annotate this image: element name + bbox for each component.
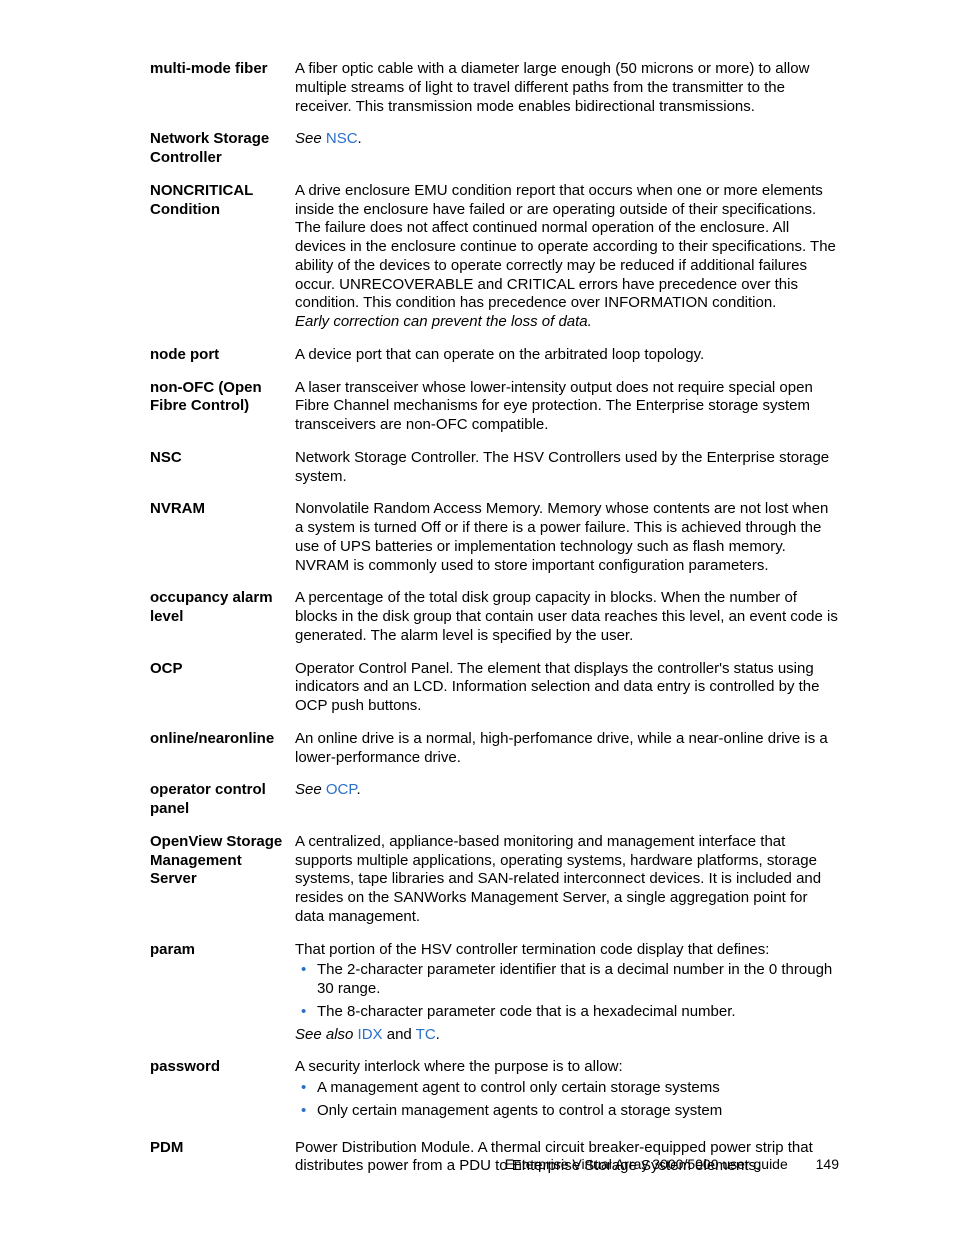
- definition-text: A drive enclosure EMU condition report t…: [295, 182, 839, 313]
- bullet-item: The 8-character parameter code that is a…: [295, 1003, 839, 1022]
- definition-text: That portion of the HSV controller termi…: [295, 941, 839, 960]
- bullet-item: The 2-character parameter identifier tha…: [295, 961, 839, 999]
- see-also-suffix: .: [436, 1026, 440, 1043]
- glossary-entry: OpenView Storage Management ServerA cent…: [150, 833, 839, 927]
- glossary-term: NVRAM: [150, 500, 295, 519]
- glossary-term: operator control panel: [150, 781, 295, 819]
- glossary-definition: A laser transceiver whose lower-intensit…: [295, 379, 839, 435]
- glossary-entry: operator control panelSee OCP.: [150, 781, 839, 819]
- see-also: See also IDX and TC.: [295, 1026, 839, 1045]
- glossary-definition: That portion of the HSV controller termi…: [295, 941, 839, 1045]
- glossary-entry: NONCRITICAL ConditionA drive enclosure E…: [150, 182, 839, 332]
- glossary-entry: online/nearonlineAn online drive is a no…: [150, 730, 839, 768]
- glossary-entry: NVRAMNonvolatile Random Access Memory. M…: [150, 500, 839, 575]
- glossary-term: occupancy alarm level: [150, 589, 295, 627]
- see-suffix: .: [358, 130, 362, 147]
- glossary-definition: A percentage of the total disk group cap…: [295, 589, 839, 645]
- see-also-prefix: See also: [295, 1026, 358, 1043]
- glossary-definition: Network Storage Controller. The HSV Cont…: [295, 449, 839, 487]
- glossary-term: OCP: [150, 660, 295, 679]
- glossary-entry: NSCNetwork Storage Controller. The HSV C…: [150, 449, 839, 487]
- glossary-entry: node portA device port that can operate …: [150, 346, 839, 365]
- bullet-list: A management agent to control only certa…: [295, 1079, 839, 1121]
- definition-text: A device port that can operate on the ar…: [295, 346, 839, 365]
- glossary-definition: Nonvolatile Random Access Memory. Memory…: [295, 500, 839, 575]
- page: multi-mode fiberA fiber optic cable with…: [0, 0, 954, 1235]
- glossary-term: password: [150, 1058, 295, 1077]
- definition-text: Operator Control Panel. The element that…: [295, 660, 839, 716]
- glossary-term: Network Storage Controller: [150, 130, 295, 168]
- glossary-entry: multi-mode fiberA fiber optic cable with…: [150, 60, 839, 116]
- glossary-term: non-OFC (Open Fibre Control): [150, 379, 295, 417]
- glossary-definition: A drive enclosure EMU condition report t…: [295, 182, 839, 332]
- bullet-list: The 2-character parameter identifier tha…: [295, 961, 839, 1021]
- definition-text: Network Storage Controller. The HSV Cont…: [295, 449, 839, 487]
- definition-text: Nonvolatile Random Access Memory. Memory…: [295, 500, 839, 575]
- glossary-term: param: [150, 941, 295, 960]
- glossary-definition: See NSC.: [295, 130, 839, 149]
- glossary-term: PDM: [150, 1139, 295, 1158]
- bullet-item: Only certain management agents to contro…: [295, 1102, 839, 1121]
- see-also-link[interactable]: TC: [416, 1026, 436, 1043]
- glossary-definition: A fiber optic cable with a diameter larg…: [295, 60, 839, 116]
- glossary-definition: See OCP.: [295, 781, 839, 800]
- definition-text: A fiber optic cable with a diameter larg…: [295, 60, 839, 116]
- glossary-term: node port: [150, 346, 295, 365]
- glossary-definition: A centralized, appliance-based monitorin…: [295, 833, 839, 927]
- glossary-entry: OCPOperator Control Panel. The element t…: [150, 660, 839, 716]
- glossary-definition: A security interlock where the purpose i…: [295, 1058, 839, 1124]
- definition-text: A laser transceiver whose lower-intensit…: [295, 379, 839, 435]
- glossary-definition: An online drive is a normal, high-perfom…: [295, 730, 839, 768]
- see-link[interactable]: NSC: [326, 130, 358, 147]
- glossary-entry: Network Storage ControllerSee NSC.: [150, 130, 839, 168]
- definition-text: An online drive is a normal, high-perfom…: [295, 730, 839, 768]
- glossary-term: NSC: [150, 449, 295, 468]
- see-link[interactable]: OCP: [326, 781, 357, 798]
- see-prefix: See: [295, 781, 326, 798]
- glossary-definition: Operator Control Panel. The element that…: [295, 660, 839, 716]
- glossary-entry: paramThat portion of the HSV controller …: [150, 941, 839, 1045]
- definition-text: A security interlock where the purpose i…: [295, 1058, 839, 1077]
- glossary-term: NONCRITICAL Condition: [150, 182, 295, 220]
- glossary-term: multi-mode fiber: [150, 60, 295, 79]
- definition-text: A percentage of the total disk group cap…: [295, 589, 839, 645]
- glossary-list: multi-mode fiberA fiber optic cable with…: [150, 60, 839, 1176]
- page-number: 149: [816, 1156, 839, 1174]
- glossary-definition: A device port that can operate on the ar…: [295, 346, 839, 365]
- see-also-joiner: and: [383, 1026, 416, 1043]
- definition-text: A centralized, appliance-based monitorin…: [295, 833, 839, 927]
- bullet-item: A management agent to control only certa…: [295, 1079, 839, 1098]
- see-also-link[interactable]: IDX: [358, 1026, 383, 1043]
- footer: Enterprise Virtual Array 3000/5000 user …: [505, 1156, 839, 1174]
- glossary-term: OpenView Storage Management Server: [150, 833, 295, 889]
- glossary-entry: non-OFC (Open Fibre Control)A laser tran…: [150, 379, 839, 435]
- see-prefix: See: [295, 130, 326, 147]
- glossary-entry: occupancy alarm levelA percentage of the…: [150, 589, 839, 645]
- footer-title: Enterprise Virtual Array 3000/5000 user …: [505, 1156, 788, 1172]
- glossary-term: online/nearonline: [150, 730, 295, 749]
- definition-note: Early correction can prevent the loss of…: [295, 313, 839, 332]
- see-suffix: .: [356, 781, 360, 798]
- glossary-entry: passwordA security interlock where the p…: [150, 1058, 839, 1124]
